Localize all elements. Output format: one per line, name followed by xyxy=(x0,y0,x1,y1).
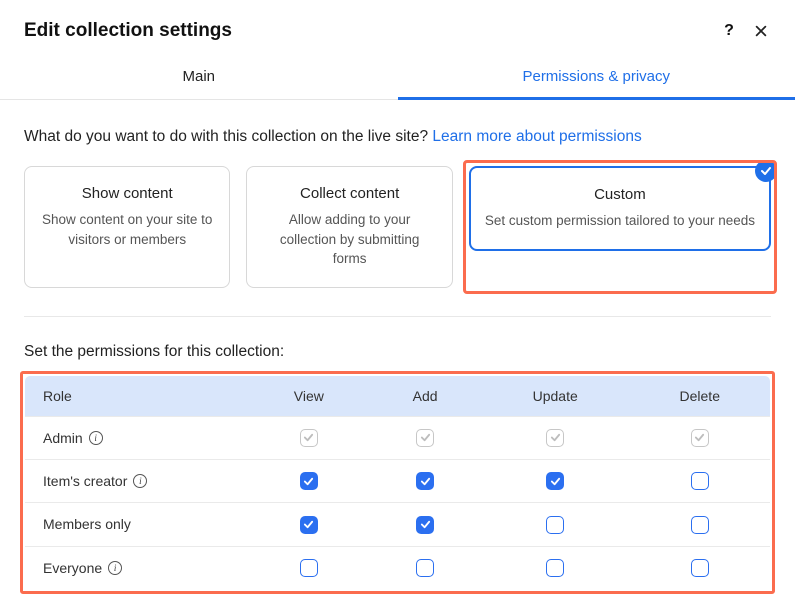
role-label: Admin xyxy=(43,430,83,446)
permission-cell xyxy=(369,503,481,546)
table-row: Admin i xyxy=(25,416,771,459)
permission-cell xyxy=(481,416,630,459)
role-label: Members only xyxy=(43,516,131,532)
permission-cell xyxy=(481,503,630,546)
tab-permissions[interactable]: Permissions & privacy xyxy=(398,54,795,99)
checkbox-empty[interactable] xyxy=(691,472,709,490)
permission-cell xyxy=(481,546,630,589)
permission-cell xyxy=(248,416,369,459)
checkbox-empty[interactable] xyxy=(546,559,564,577)
card-show-content[interactable]: Show content Show content on your site t… xyxy=(24,166,230,288)
permission-cell xyxy=(369,546,481,589)
permission-cell xyxy=(369,459,481,502)
col-view: View xyxy=(248,375,369,416)
checkbox-empty[interactable] xyxy=(416,559,434,577)
permissions-heading: Set the permissions for this collection: xyxy=(24,343,771,361)
info-icon[interactable]: i xyxy=(108,561,122,575)
permission-cell xyxy=(248,546,369,589)
question-text: What do you want to do with this collect… xyxy=(24,128,771,146)
checkbox-locked xyxy=(546,429,564,447)
role-cell: Admin i xyxy=(43,430,230,446)
permissions-table: Role View Add Update Delete Admin iItem'… xyxy=(24,375,771,590)
col-update: Update xyxy=(481,375,630,416)
info-icon[interactable]: i xyxy=(133,474,147,488)
question-label: What do you want to do with this collect… xyxy=(24,128,432,145)
checkbox-checked[interactable] xyxy=(300,516,318,534)
role-label: Item's creator xyxy=(43,473,127,489)
card-title: Show content xyxy=(39,185,215,202)
card-desc: Set custom permission tailored to your n… xyxy=(485,211,755,231)
help-icon[interactable]: ? xyxy=(719,21,739,41)
table-row: Item's creator i xyxy=(25,459,771,502)
role-label: Everyone xyxy=(43,560,102,576)
col-add: Add xyxy=(369,375,481,416)
check-badge-icon xyxy=(755,160,777,182)
checkbox-checked[interactable] xyxy=(546,472,564,490)
permission-cell xyxy=(248,459,369,502)
permission-cell xyxy=(630,416,771,459)
permission-cell xyxy=(369,416,481,459)
table-header-row: Role View Add Update Delete xyxy=(25,375,771,416)
card-desc: Show content on your site to visitors or… xyxy=(39,210,215,249)
permission-mode-cards: Show content Show content on your site t… xyxy=(24,166,771,317)
checkbox-locked xyxy=(300,429,318,447)
tab-main[interactable]: Main xyxy=(0,54,398,99)
card-title: Custom xyxy=(485,186,755,203)
checkbox-empty[interactable] xyxy=(300,559,318,577)
permission-cell xyxy=(481,459,630,502)
card-collect-content[interactable]: Collect content Allow adding to your col… xyxy=(246,166,452,288)
table-row: Everyone i xyxy=(25,546,771,589)
checkbox-empty[interactable] xyxy=(691,516,709,534)
checkbox-checked[interactable] xyxy=(416,472,434,490)
role-cell: Item's creator i xyxy=(43,473,230,489)
permission-cell xyxy=(248,503,369,546)
checkbox-locked xyxy=(691,429,709,447)
dialog-title: Edit collection settings xyxy=(24,20,707,42)
col-role: Role xyxy=(25,375,249,416)
card-custom[interactable]: Custom Set custom permission tailored to… xyxy=(469,166,771,251)
permission-cell xyxy=(630,546,771,589)
info-icon[interactable]: i xyxy=(89,431,103,445)
checkbox-empty[interactable] xyxy=(546,516,564,534)
card-desc: Allow adding to your collection by submi… xyxy=(261,210,437,269)
col-delete: Delete xyxy=(630,375,771,416)
table-row: Members only xyxy=(25,503,771,546)
tabs: Main Permissions & privacy xyxy=(0,54,795,100)
permission-cell xyxy=(630,503,771,546)
role-cell: Members only xyxy=(43,516,230,532)
learn-more-link[interactable]: Learn more about permissions xyxy=(432,128,641,145)
checkbox-checked[interactable] xyxy=(300,472,318,490)
checkbox-locked xyxy=(416,429,434,447)
checkbox-checked[interactable] xyxy=(416,516,434,534)
role-cell: Everyone i xyxy=(43,560,230,576)
dialog-header: Edit collection settings ? xyxy=(0,0,795,54)
permission-cell xyxy=(630,459,771,502)
close-icon[interactable] xyxy=(751,21,771,41)
checkbox-empty[interactable] xyxy=(691,559,709,577)
card-title: Collect content xyxy=(261,185,437,202)
